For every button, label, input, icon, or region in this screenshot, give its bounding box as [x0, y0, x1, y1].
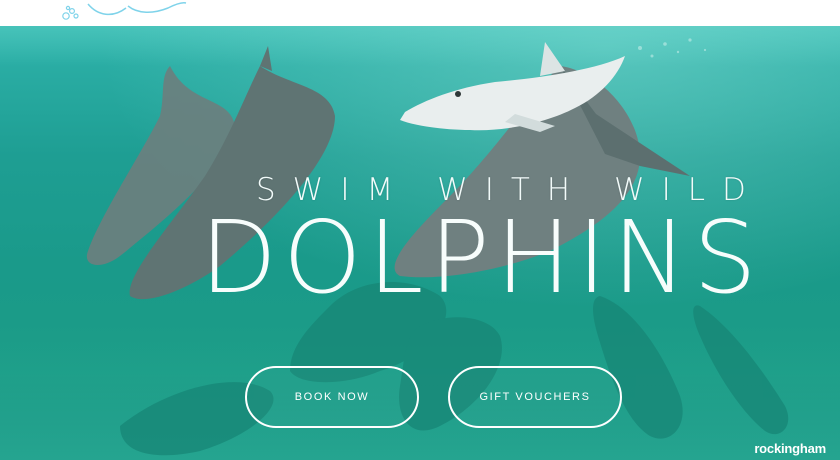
gift-vouchers-button[interactable]: GIFT VOUCHERS [448, 366, 622, 428]
hero-banner: SWIM WITH WILD DOLPHINS BOOK NOW GIFT VO… [0, 26, 840, 460]
site-header [0, 0, 840, 26]
book-now-button[interactable]: BOOK NOW [245, 366, 419, 428]
dolphins-underwater-photo [0, 26, 840, 460]
partner-logo: rockingham [754, 441, 826, 456]
site-logo-icon[interactable] [58, 0, 188, 26]
